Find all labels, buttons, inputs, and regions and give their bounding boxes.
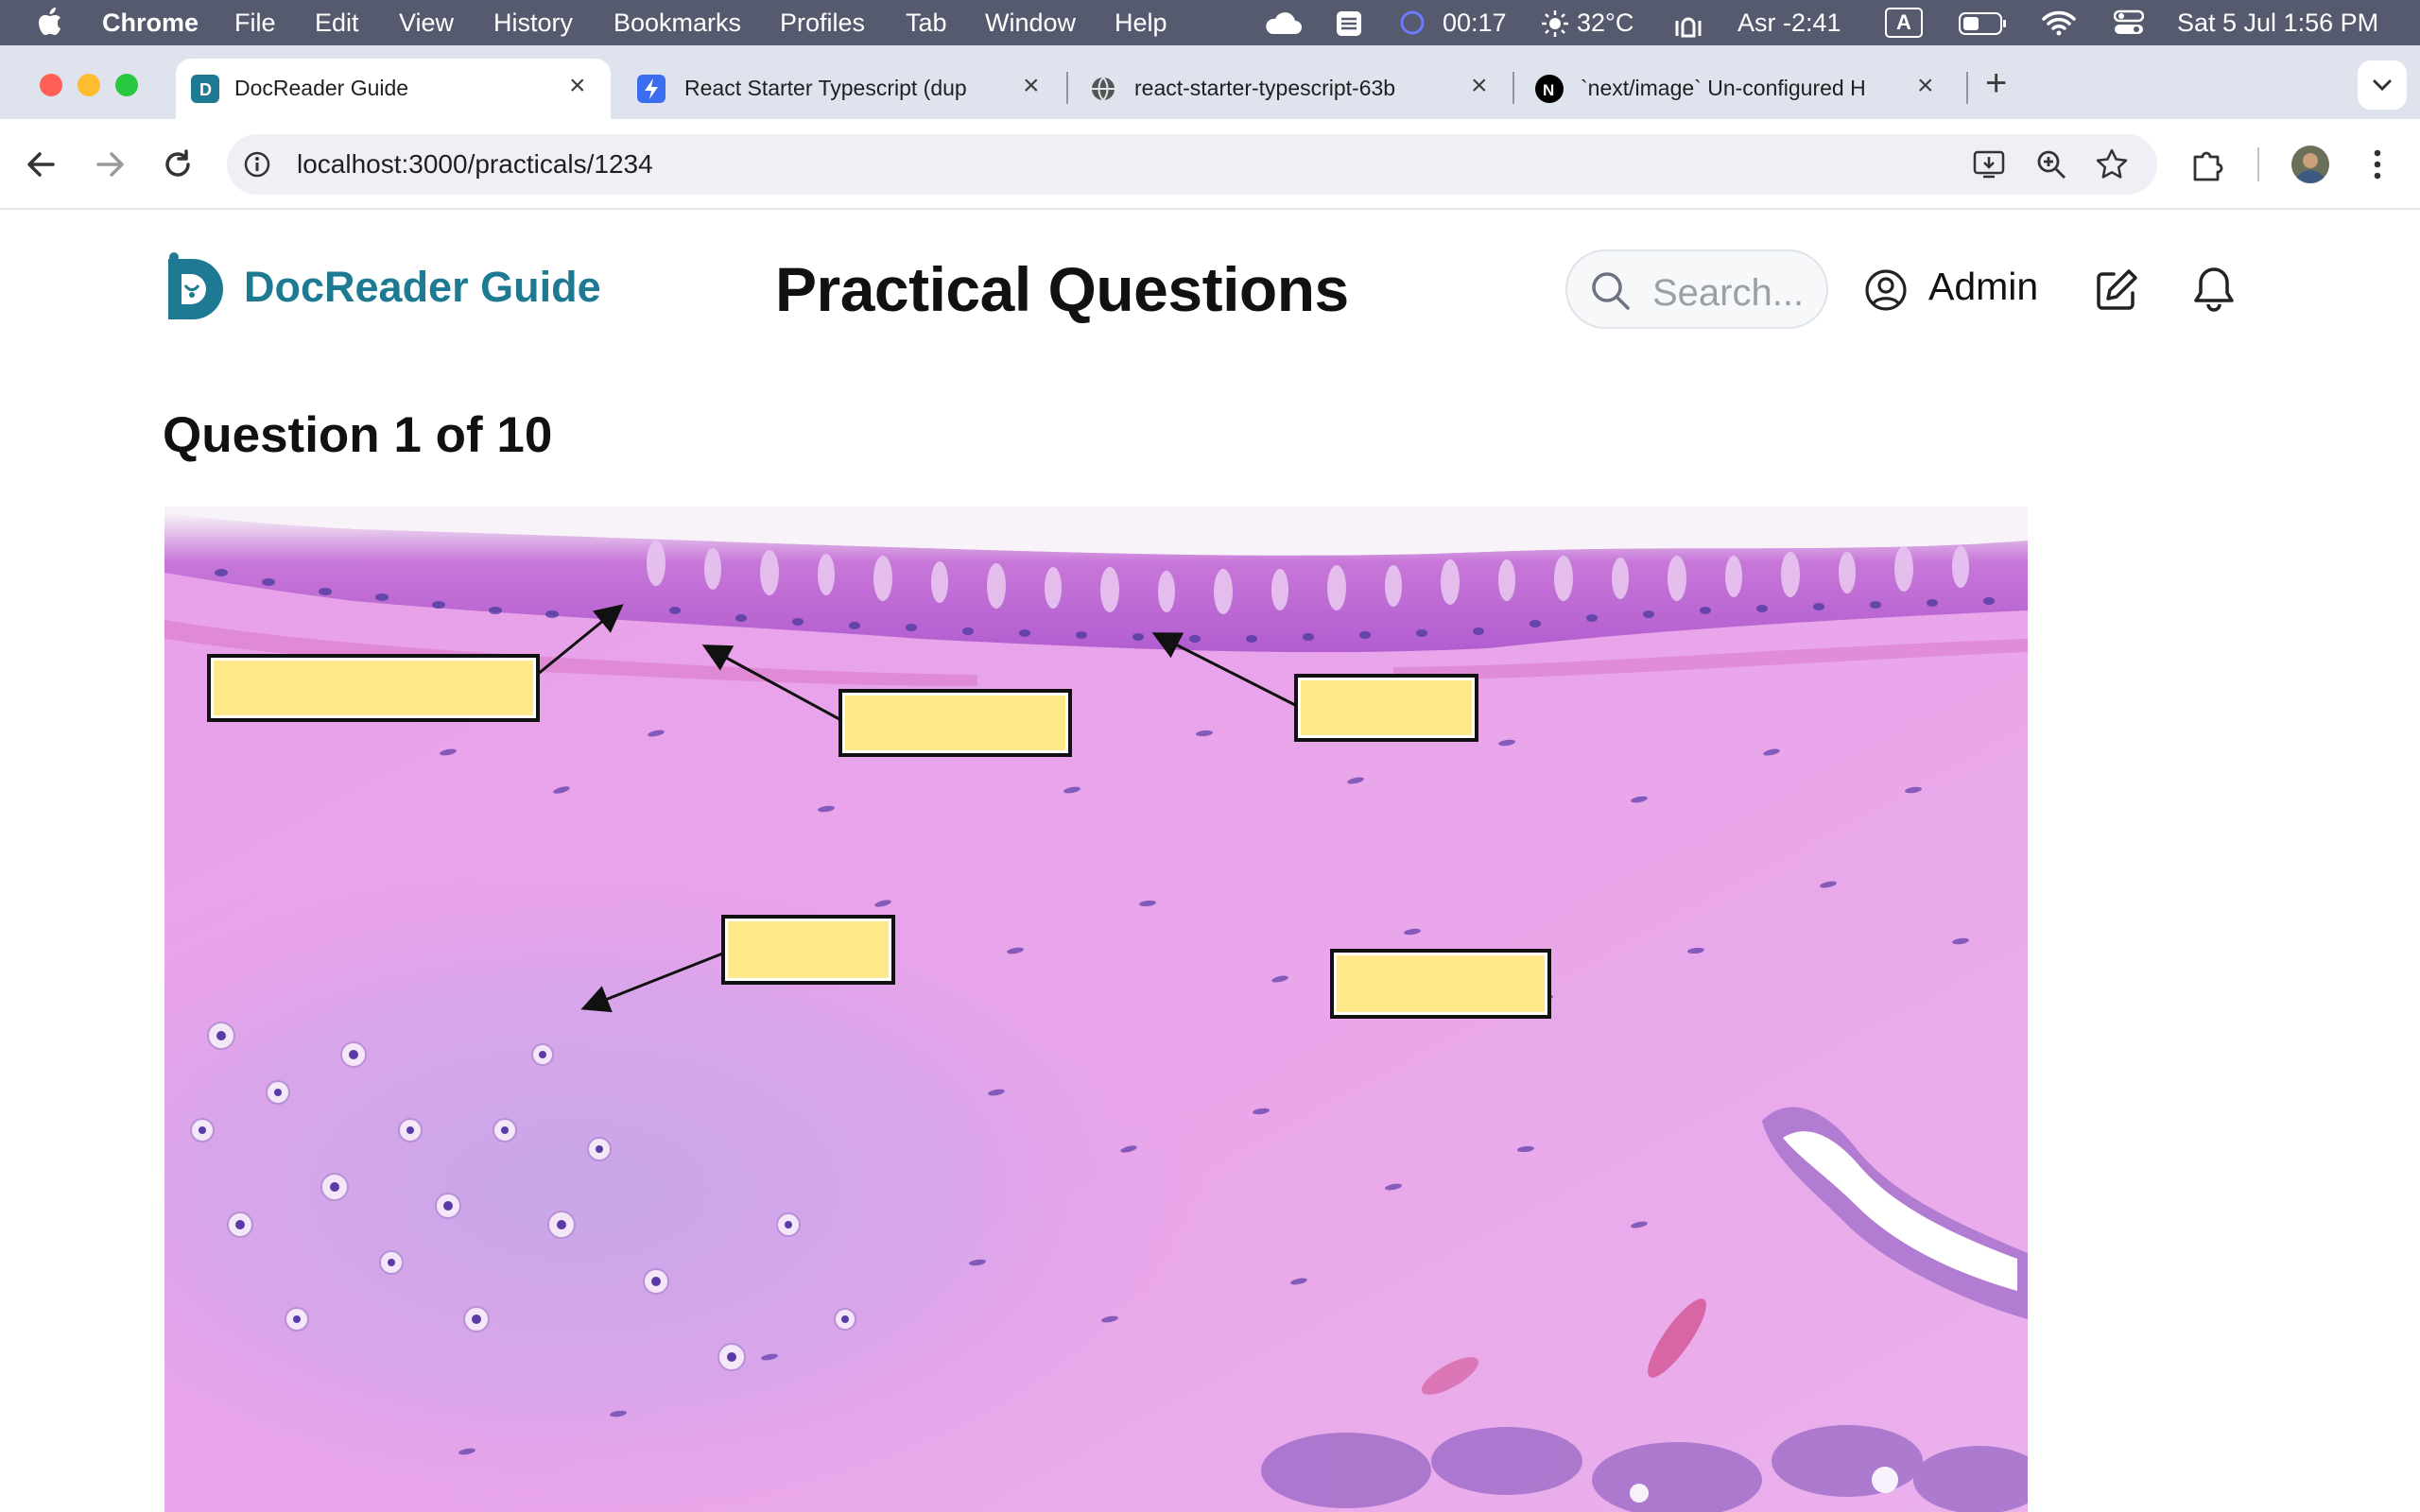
menu-history[interactable]: History bbox=[493, 8, 573, 38]
stack-icon[interactable] bbox=[1335, 9, 1363, 44]
answer-box-3[interactable] bbox=[1294, 674, 1478, 742]
mosque-icon[interactable] bbox=[1673, 9, 1703, 44]
answer-box-4[interactable] bbox=[721, 915, 895, 985]
tab-title: React Starter Typescript (dup bbox=[684, 76, 967, 100]
answer-box-5[interactable] bbox=[1330, 949, 1551, 1019]
docreader-favicon-icon: D bbox=[191, 75, 219, 103]
tab-close-icon[interactable]: × bbox=[1471, 72, 1488, 100]
menu-help[interactable]: Help bbox=[1115, 8, 1167, 38]
menu-bookmarks[interactable]: Bookmarks bbox=[614, 8, 741, 38]
apple-menu-icon[interactable] bbox=[38, 8, 62, 43]
tab-close-icon[interactable]: × bbox=[1023, 72, 1040, 100]
minimize-window-button[interactable] bbox=[78, 74, 100, 96]
tab-search-button[interactable] bbox=[2358, 60, 2407, 110]
tab-close-icon[interactable]: × bbox=[1917, 72, 1934, 100]
globe-favicon-icon bbox=[1089, 75, 1117, 103]
clock-text[interactable]: Sat 5 Jul 1:56 PM bbox=[2177, 8, 2378, 38]
zoom-window-button[interactable] bbox=[115, 74, 138, 96]
page-content: DocReader Guide Practical Questions Sear… bbox=[0, 212, 2420, 1512]
zoom-icon[interactable] bbox=[2034, 147, 2068, 186]
notification-bell-icon[interactable] bbox=[2191, 265, 2237, 318]
control-center-icon[interactable] bbox=[2113, 9, 2145, 43]
wifi-icon[interactable] bbox=[2042, 9, 2076, 43]
user-name[interactable]: Admin bbox=[1928, 265, 2038, 309]
input-source-indicator[interactable]: A bbox=[1885, 8, 1923, 38]
url-text[interactable]: localhost:3000/practicals/1234 bbox=[297, 149, 653, 180]
prayer-time-text[interactable]: Asr -2:41 bbox=[1737, 8, 1841, 38]
svg-text:N: N bbox=[1543, 81, 1554, 99]
brand-name[interactable]: DocReader Guide bbox=[244, 263, 601, 312]
timer-ring-icon[interactable] bbox=[1399, 9, 1426, 43]
reload-icon[interactable] bbox=[159, 146, 197, 188]
tab-title: DocReader Guide bbox=[234, 76, 409, 100]
browser-toolbar: localhost:3000/practicals/1234 bbox=[0, 119, 2420, 210]
answer-box-1[interactable] bbox=[207, 654, 540, 722]
forward-arrow-icon[interactable] bbox=[91, 147, 129, 186]
extensions-icon[interactable] bbox=[2189, 146, 2227, 188]
tab-docreader[interactable]: D DocReader Guide × bbox=[176, 59, 611, 119]
weather-text[interactable]: 32°C bbox=[1577, 8, 1634, 38]
nextjs-favicon-icon: N bbox=[1535, 75, 1564, 103]
tab-react-starter-63b[interactable]: react-starter-typescript-63b × bbox=[1078, 59, 1512, 119]
site-info-icon[interactable] bbox=[242, 149, 272, 184]
search-placeholder: Search... bbox=[1652, 272, 1805, 314]
tab-title: react-starter-typescript-63b bbox=[1134, 76, 1396, 100]
tab-separator bbox=[1066, 72, 1068, 104]
search-icon bbox=[1588, 268, 1634, 318]
answer-box-2[interactable] bbox=[838, 689, 1072, 757]
edit-pencil-icon[interactable] bbox=[2093, 266, 2140, 318]
docreader-logo-icon[interactable] bbox=[163, 251, 227, 332]
tab-title: `next/image` Un-configured H bbox=[1581, 76, 1866, 100]
battery-icon[interactable] bbox=[1959, 11, 2008, 43]
tab-separator bbox=[1966, 72, 1968, 104]
question-heading: Question 1 of 10 bbox=[163, 407, 553, 463]
menu-file[interactable]: File bbox=[234, 8, 276, 38]
menu-app-name[interactable]: Chrome bbox=[102, 8, 199, 38]
tab-react-starter[interactable]: React Starter Typescript (dup × bbox=[626, 59, 1061, 119]
install-app-icon[interactable] bbox=[1972, 147, 2006, 186]
histology-image bbox=[164, 507, 2028, 1512]
tab-close-icon[interactable]: × bbox=[569, 72, 586, 100]
back-arrow-icon[interactable] bbox=[23, 147, 60, 186]
profile-avatar[interactable] bbox=[2291, 146, 2329, 183]
menu-edit[interactable]: Edit bbox=[315, 8, 359, 38]
tab-next-image[interactable]: N `next/image` Un-configured H × bbox=[1524, 59, 1959, 119]
timer-text[interactable]: 00:17 bbox=[1443, 8, 1507, 38]
close-window-button[interactable] bbox=[40, 74, 62, 96]
menu-profiles[interactable]: Profiles bbox=[780, 8, 865, 38]
page-title: Practical Questions bbox=[775, 254, 1349, 324]
tab-separator bbox=[1512, 72, 1514, 104]
address-bar[interactable]: localhost:3000/practicals/1234 bbox=[227, 134, 2157, 195]
more-menu-icon[interactable] bbox=[2363, 146, 2392, 188]
sun-icon bbox=[1541, 9, 1569, 44]
user-circle-icon[interactable] bbox=[1864, 268, 1908, 317]
chevron-down-icon bbox=[2373, 79, 2392, 92]
svg-text:D: D bbox=[199, 80, 212, 99]
new-tab-icon[interactable]: + bbox=[1985, 64, 2007, 102]
macos-menu-bar: Chrome File Edit View History Bookmarks … bbox=[0, 0, 2420, 45]
menu-window[interactable]: Window bbox=[985, 8, 1076, 38]
search-input[interactable]: Search... bbox=[1565, 249, 1828, 329]
bookmark-star-icon[interactable] bbox=[2095, 147, 2129, 186]
menu-tab[interactable]: Tab bbox=[906, 8, 947, 38]
toolbar-divider bbox=[2257, 147, 2259, 181]
bolt-favicon-icon bbox=[637, 75, 666, 103]
cloud-icon[interactable] bbox=[1263, 9, 1303, 43]
menu-view[interactable]: View bbox=[399, 8, 454, 38]
